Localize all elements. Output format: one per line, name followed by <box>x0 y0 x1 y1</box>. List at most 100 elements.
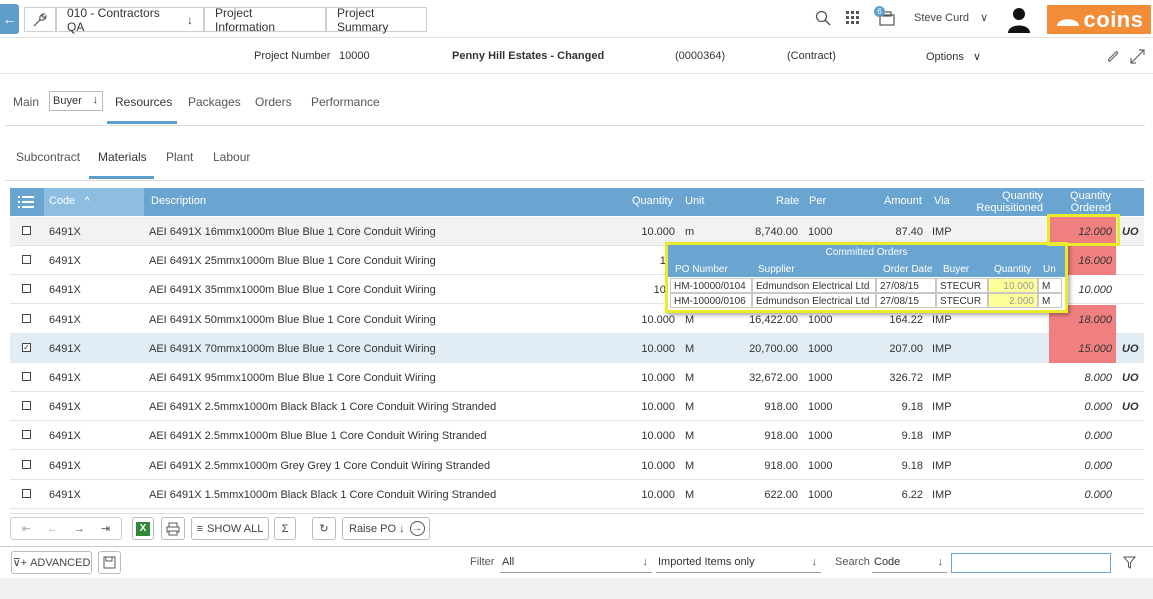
sum-button[interactable]: Σ <box>274 517 296 540</box>
cell-rate: 20,700.00 <box>749 342 798 355</box>
avatar[interactable] <box>1005 5 1033 36</box>
subtab-subcontract[interactable]: Subcontract <box>16 150 80 164</box>
wrench-icon[interactable] <box>24 7 56 32</box>
row-checkbox[interactable] <box>22 255 31 265</box>
imported-items-select[interactable]: Imported Items only ↓ <box>656 553 821 573</box>
column-header-quantity[interactable]: Quantity <box>632 195 673 207</box>
cell-code: 6491X <box>49 342 81 355</box>
chevron-down-icon: ↓ <box>642 556 649 568</box>
row-checkbox[interactable] <box>22 430 31 440</box>
previous-page-icon[interactable]: ← <box>47 523 58 535</box>
save-filter-button[interactable] <box>98 551 121 574</box>
cell-rate: 918.00 <box>764 401 798 414</box>
table-row[interactable]: 6491X AEI 6491X 2.5mmx1000m Blue Blue 1 C… <box>10 421 1144 451</box>
row-checkbox[interactable] <box>22 401 31 411</box>
cell-code: 6491X <box>49 226 81 238</box>
expand-icon[interactable] <box>1129 48 1146 68</box>
raise-po-label: Raise PO <box>349 522 397 535</box>
filter-funnel-icon[interactable] <box>1122 556 1137 572</box>
cell-via: IMP <box>932 372 952 384</box>
row-checkbox[interactable] <box>22 488 31 498</box>
advanced-label: ADVANCED <box>30 556 91 569</box>
column-header-code[interactable]: Code ^ <box>49 195 90 207</box>
column-chooser-icon[interactable] <box>18 196 34 211</box>
cell-amount: 87.40 <box>895 226 923 238</box>
breadcrumb-project[interactable]: 010 - Contractors QA ↓ <box>56 6 204 34</box>
row-checkbox[interactable] <box>22 226 31 235</box>
subtab-materials[interactable]: Materials <box>98 150 147 164</box>
table-row[interactable]: 6491X AEI 6491X 2.5mmx1000m Black Black 1… <box>10 392 1144 422</box>
cell-description: AEI 6491X 16mmx1000m Blue Blue 1 Core Co… <box>149 226 436 238</box>
print-button[interactable] <box>161 517 185 540</box>
notifications-icon[interactable]: 6 <box>874 6 898 31</box>
cell-description: AEI 6491X 25mmx1000m Blue Blue 1 Core Co… <box>149 255 436 268</box>
tab-resources[interactable]: Resources <box>115 95 172 109</box>
column-header-quantity-ordered[interactable]: Quantity Ordered <box>1050 190 1111 214</box>
project-name: Penny Hill Estates - Changed <box>452 50 605 62</box>
apps-grid-icon[interactable] <box>846 11 860 28</box>
raise-po-button[interactable]: Raise PO ↓ → <box>342 517 430 540</box>
advanced-filter-button[interactable]: ⊽+ ADVANCED <box>11 551 92 574</box>
column-header-via[interactable]: Via <box>934 195 950 207</box>
table-row[interactable]: ✓ 6491X AEI 6491X 70mmx1000m Blue Blue 1 C… <box>10 333 1144 363</box>
refresh-button[interactable]: ↻ <box>312 517 336 540</box>
cell-quantity-ordered[interactable]: 15.000 <box>1049 333 1116 363</box>
search-field-select[interactable]: Code ↓ <box>872 553 947 573</box>
cell-quantity-ordered[interactable]: 8.000 <box>1049 363 1116 392</box>
row-checkbox[interactable] <box>22 284 31 294</box>
buyer-dropdown[interactable]: Buyer ↓ <box>49 91 103 111</box>
row-checkbox[interactable] <box>22 372 31 381</box>
next-page-icon[interactable]: → <box>74 523 85 535</box>
tab-performance[interactable]: Performance <box>311 95 380 109</box>
subtab-labour[interactable]: Labour <box>213 150 250 164</box>
first-page-icon[interactable]: ⇤ <box>22 522 31 535</box>
table-row[interactable]: 6491X AEI 6491X 2.5mmx1000m Grey Grey 1 C… <box>10 451 1144 480</box>
tooltip-col-po-number: PO Number <box>675 264 728 275</box>
search-icon[interactable] <box>815 10 831 29</box>
cell-quantity-ordered[interactable]: 0.000 <box>1049 421 1116 450</box>
cell-code: 6491X <box>49 313 81 326</box>
column-header-quantity-requisitioned[interactable]: Quantity Requisitioned <box>975 190 1043 214</box>
go-arrow-icon[interactable]: → <box>409 521 425 536</box>
cell-per: 1000 <box>808 401 833 414</box>
row-checkbox[interactable] <box>22 313 31 323</box>
column-header-per[interactable]: Per <box>809 195 826 207</box>
table-row[interactable]: 6491X AEI 6491X 95mmx1000m Blue Blue 1 Co… <box>10 363 1144 392</box>
tab-orders[interactable]: Orders <box>255 95 292 109</box>
row-checkbox[interactable] <box>22 459 31 469</box>
search-input[interactable] <box>951 553 1111 573</box>
show-all-button[interactable]: ≡ SHOW ALL <box>191 517 269 540</box>
cell-quantity-ordered[interactable]: 0.000 <box>1049 451 1116 480</box>
paperclip-icon[interactable] <box>1105 49 1121 68</box>
breadcrumb-project-summary[interactable]: Project Summary <box>326 6 427 34</box>
column-header-amount[interactable]: Amount <box>884 195 922 207</box>
column-header-description[interactable]: Description <box>151 195 206 207</box>
row-checkbox[interactable]: ✓ <box>22 342 31 352</box>
cell-unit: M <box>685 488 695 501</box>
excel-export-button[interactable]: X <box>132 517 154 540</box>
chevron-down-icon: ↓ <box>937 556 944 568</box>
cell-quantity-ordered[interactable]: 0.000 <box>1049 392 1116 421</box>
cell-via: IMP <box>932 313 952 326</box>
breadcrumb-project-information[interactable]: Project Information <box>204 6 326 34</box>
tooltip-supplier: Edmundson Electrical Ltd <box>752 293 876 308</box>
user-menu[interactable]: Steve Curd ∨ <box>914 11 988 24</box>
show-all-label: SHOW ALL <box>207 522 264 535</box>
tooltip-quantity: 10.000 <box>988 278 1038 293</box>
back-arrow-icon[interactable]: ← <box>0 4 19 34</box>
column-header-rate[interactable]: Rate <box>776 195 799 207</box>
tooltip-order-date: 27/08/15 <box>876 278 936 293</box>
tooltip-unit: M <box>1038 293 1062 308</box>
tab-packages[interactable]: Packages <box>188 95 241 109</box>
cell-quantity-ordered[interactable]: 0.000 <box>1049 480 1116 509</box>
divider <box>5 180 1145 181</box>
filter-select-value: All <box>502 556 515 568</box>
column-header-unit[interactable]: Unit <box>685 195 705 207</box>
filter-select[interactable]: All ↓ <box>500 553 652 573</box>
tab-main[interactable]: Main <box>13 95 39 109</box>
subtab-plant[interactable]: Plant <box>166 150 193 164</box>
last-page-icon[interactable]: ⇥ <box>101 522 110 535</box>
options-menu[interactable]: Options ∨ <box>926 50 981 63</box>
table-row[interactable]: 6491X AEI 6491X 1.5mmx1000m Black Black 1… <box>10 480 1144 509</box>
cell-per: 1000 <box>808 459 833 472</box>
